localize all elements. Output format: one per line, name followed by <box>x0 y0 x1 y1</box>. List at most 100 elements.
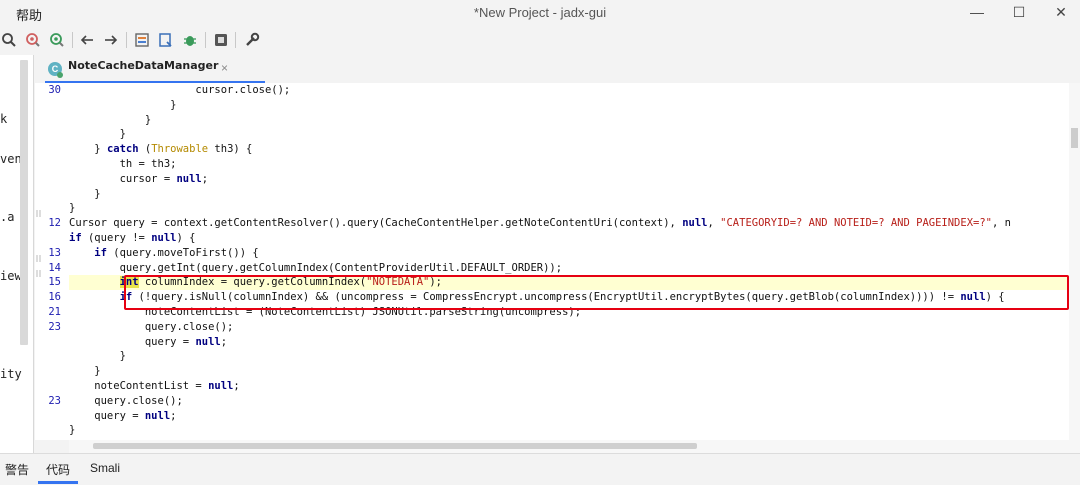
tree-scrollbar[interactable] <box>20 60 28 345</box>
find-class-icon[interactable] <box>48 31 66 49</box>
code-token: query.close(); <box>69 394 183 407</box>
toolbar <box>0 25 1080 55</box>
code-line[interactable]: query.close(); <box>69 320 234 336</box>
horizontal-scrollbar[interactable] <box>69 440 1080 453</box>
debug-icon[interactable] <box>181 31 199 49</box>
line-number-gutter: 30 12 13 14 15 16 21 23 23 <box>35 83 69 440</box>
selected-tab-indicator <box>38 481 78 484</box>
tree-item[interactable]: ven <box>0 152 22 166</box>
code-token: th3) { <box>208 143 253 156</box>
code-line[interactable]: if (query != null) { <box>69 232 195 247</box>
code-line[interactable]: } <box>69 202 75 217</box>
code-token: null <box>682 217 708 230</box>
vertical-scrollbar[interactable] <box>1069 83 1080 440</box>
code-token: th = th3; <box>69 158 177 170</box>
settings-icon[interactable] <box>243 31 261 49</box>
title-bar: 帮助 *New Project - jadx-gui — ☐ ✕ <box>0 0 1080 25</box>
code-line[interactable]: query = null; <box>69 410 176 425</box>
code-token: } <box>69 143 107 156</box>
code-token: ; <box>170 409 177 422</box>
code-token: } <box>69 128 126 141</box>
code-line[interactable]: Cursor query = context.getContentResolve… <box>69 217 1011 232</box>
code-token: ) { <box>176 232 196 244</box>
close-button[interactable]: ✕ <box>1050 3 1072 21</box>
project-tree-panel[interactable]: k ven .a iew ity <box>0 55 34 453</box>
code-token: query = <box>69 335 196 348</box>
code-token: cursor = <box>69 172 177 185</box>
tree-item[interactable]: iew <box>0 269 22 283</box>
code-token: ; <box>201 172 209 185</box>
code-line[interactable]: } <box>69 128 126 143</box>
tab-label: NoteCacheDataManager <box>68 59 219 72</box>
tab-code[interactable]: 代码 <box>46 461 70 478</box>
code-token: Cursor query = context.getContentResolve… <box>69 217 683 230</box>
code-line[interactable]: } <box>69 187 101 203</box>
code-line[interactable]: query.close(); <box>69 395 183 410</box>
minimize-button[interactable]: — <box>966 3 988 21</box>
back-icon[interactable] <box>78 31 96 49</box>
class-status-dot-icon <box>57 72 63 78</box>
code-token: if <box>69 232 82 244</box>
code-token: } <box>69 202 76 215</box>
code-token: query = <box>69 409 145 422</box>
highlight-box <box>124 275 1069 310</box>
code-token: ; <box>220 335 228 348</box>
tree-item[interactable]: ity <box>0 367 22 381</box>
code-token: } <box>69 187 101 200</box>
code-token: , <box>707 217 721 230</box>
code-line[interactable]: } <box>69 424 75 439</box>
line-number: 23 <box>48 394 61 407</box>
code-token: null <box>151 232 177 244</box>
vertical-scroll-thumb[interactable] <box>1071 128 1078 148</box>
code-token: } <box>69 98 177 111</box>
horizontal-scroll-thumb[interactable] <box>93 443 697 449</box>
sync-icon[interactable] <box>133 31 151 49</box>
code-line[interactable]: query = null; <box>69 336 227 351</box>
code-token: "CATEGORYID=? AND NOTEID=? AND PAGEINDEX… <box>720 217 992 230</box>
toolbar-separator <box>235 32 236 48</box>
line-number: 16 <box>48 291 61 304</box>
code-token: (query.moveToFirst()) { <box>106 246 259 259</box>
code-token: ( <box>138 143 152 156</box>
log-icon[interactable] <box>212 31 230 49</box>
code-line[interactable]: } <box>69 365 100 380</box>
tab-note-cache-data-manager[interactable]: C NoteCacheDataManager × <box>45 55 265 83</box>
code-token: , n <box>991 217 1011 230</box>
find-usage-icon[interactable] <box>24 31 42 49</box>
search-icon[interactable] <box>0 31 18 49</box>
line-number: 14 <box>48 261 61 274</box>
code-editor[interactable]: cursor.close(); } } } } catch (Throwable… <box>69 83 1069 440</box>
tab-smali[interactable]: Smali <box>90 461 120 475</box>
fold-marker-icon[interactable] <box>35 205 43 218</box>
code-token: noteContentList = <box>69 380 209 392</box>
fold-marker-icon[interactable] <box>35 250 43 262</box>
code-token: cursor.close(); <box>69 84 291 96</box>
code-line[interactable]: cursor = null; <box>69 172 209 188</box>
line-number: 13 <box>48 246 61 259</box>
forward-icon[interactable] <box>102 31 120 49</box>
code-line[interactable]: } <box>69 99 176 114</box>
tree-item[interactable]: k <box>0 112 7 126</box>
line-number: 15 <box>48 276 61 289</box>
code-line[interactable]: } <box>69 350 126 365</box>
code-line[interactable]: cursor.close(); <box>69 84 290 99</box>
code-line[interactable]: if (query.moveToFirst()) { <box>69 246 259 262</box>
code-line[interactable]: } catch (Throwable th3) { <box>69 143 252 158</box>
code-line[interactable]: th = th3; <box>69 158 177 173</box>
code-token: query.close(); <box>69 320 234 333</box>
code-token: } <box>69 350 126 363</box>
code-token: null <box>176 172 202 185</box>
code-token: null <box>208 380 234 392</box>
tree-item[interactable]: .a <box>0 210 14 224</box>
code-token: } <box>69 424 76 437</box>
code-token: null <box>144 409 171 422</box>
decompile-icon[interactable] <box>157 31 175 49</box>
code-line[interactable]: noteContentList = null; <box>69 380 239 395</box>
tab-close-icon[interactable]: × <box>221 61 228 75</box>
maximize-button[interactable]: ☐ <box>1008 3 1030 21</box>
fold-marker-icon[interactable] <box>35 265 43 277</box>
tab-warnings[interactable]: 警告 <box>5 461 29 478</box>
code-line[interactable]: } <box>69 114 151 129</box>
